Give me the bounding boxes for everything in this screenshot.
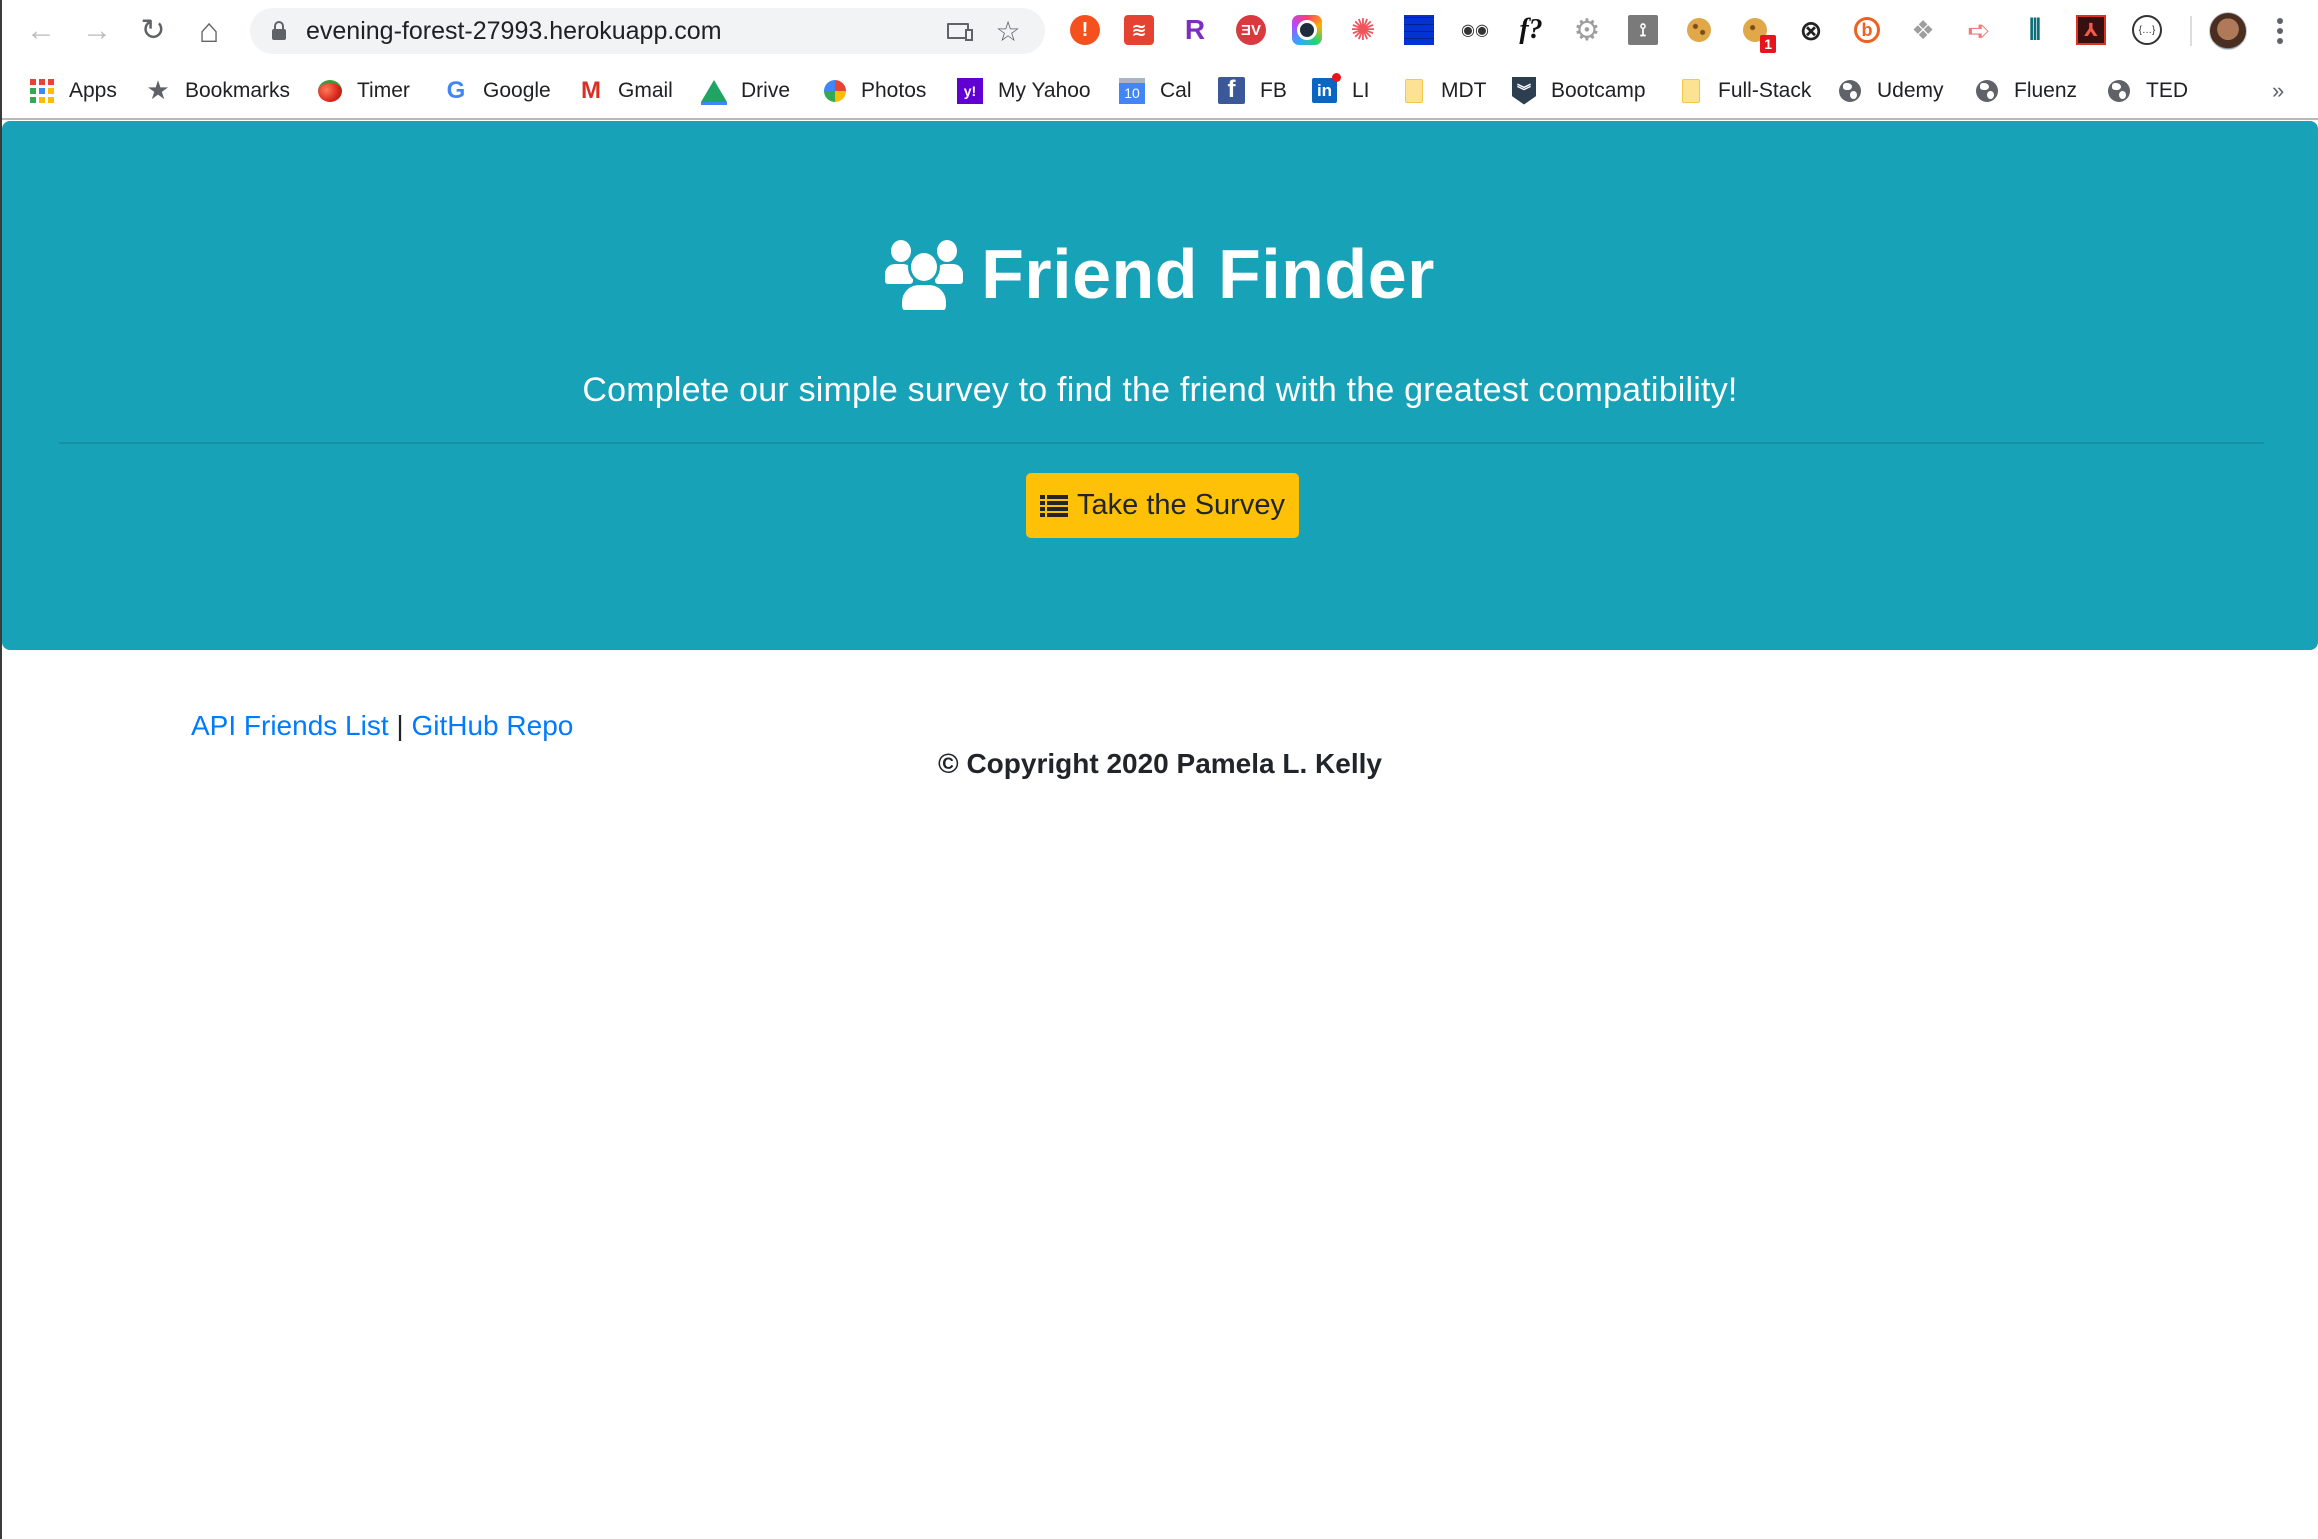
- arrow-right-icon: →: [82, 14, 112, 47]
- star-icon: ★: [146, 75, 170, 105]
- alert-extension-icon[interactable]: !: [1068, 13, 1102, 47]
- expressvpn-extension-icon[interactable]: ƎV: [1234, 13, 1268, 47]
- gmail-icon: M: [581, 76, 601, 104]
- json-formatter-extension-icon[interactable]: {…}: [2130, 13, 2164, 47]
- bookmark-li[interactable]: in LI: [1312, 62, 1370, 119]
- hero-jumbotron: Friend Finder Complete our simple survey…: [2, 121, 2318, 650]
- dropbox-extension-icon[interactable]: ❖: [1906, 13, 1940, 47]
- yahoo-icon: y!: [957, 77, 983, 104]
- folder-icon: [1402, 78, 1426, 103]
- tomato-icon: [318, 79, 342, 103]
- browser-toolbar: ← → ↻ ⌂ evening-forest-27993.herokuapp.c…: [2, 0, 2318, 62]
- reload-button[interactable]: ↻: [134, 12, 172, 50]
- folder-icon: [1679, 78, 1703, 103]
- bookmark-full-stack[interactable]: Full-Stack: [1679, 62, 1811, 119]
- bookmark-gmail[interactable]: M Gmail: [579, 62, 673, 119]
- notification-badge: 1: [1760, 35, 1776, 53]
- profile-avatar[interactable]: [2209, 12, 2247, 50]
- bookmark-star-icon[interactable]: ☆: [993, 16, 1023, 47]
- screen-recorder-extension-icon[interactable]: [1290, 13, 1324, 47]
- list-icon: [1040, 494, 1069, 517]
- bookmark-fb[interactable]: f FB: [1218, 62, 1287, 119]
- todoist-extension-icon[interactable]: ≋: [1122, 13, 1156, 47]
- calendar-icon: 10: [1119, 77, 1145, 104]
- github-repo-link[interactable]: GitHub Repo: [411, 710, 573, 741]
- apps-grid-icon: [30, 78, 54, 103]
- lock-icon: [272, 21, 286, 41]
- incognito-extension-icon[interactable]: ◉◉: [1458, 13, 1492, 47]
- api-friends-list-link[interactable]: API Friends List: [191, 710, 389, 741]
- bookmark-udemy[interactable]: Udemy: [1838, 62, 1944, 119]
- drive-icon: [701, 79, 727, 103]
- url-text[interactable]: evening-forest-27993.herokuapp.com: [306, 8, 722, 54]
- grid-extension-icon[interactable]: [1402, 13, 1436, 47]
- reload-icon: ↻: [140, 14, 166, 47]
- globe-icon: [1838, 79, 1862, 103]
- cookie-extension-icon[interactable]: [1682, 13, 1716, 47]
- address-bar[interactable]: evening-forest-27993.herokuapp.com ☆: [250, 8, 1045, 54]
- bookmark-mdt[interactable]: MDT: [1402, 62, 1487, 119]
- install-app-icon[interactable]: [943, 16, 973, 46]
- bookmark-bookmarks[interactable]: ★ Bookmarks: [146, 62, 290, 119]
- take-survey-button[interactable]: Take the Survey: [1026, 473, 1299, 538]
- cookie-editor-extension-icon[interactable]: 1: [1738, 13, 1776, 53]
- toolbar-divider: [2190, 16, 2192, 46]
- title-text: Friend Finder: [981, 235, 1435, 313]
- home-button[interactable]: ⌂: [190, 12, 228, 50]
- bookmark-timer[interactable]: Timer: [318, 62, 410, 119]
- bookmark-my-yahoo[interactable]: y! My Yahoo: [957, 62, 1091, 119]
- bookmark-ted[interactable]: TED: [2107, 62, 2188, 119]
- rakuten-extension-icon[interactable]: R: [1178, 13, 1212, 47]
- bookmark-google[interactable]: G Google: [444, 62, 551, 119]
- bookmarks-overflow-button[interactable]: »: [2272, 62, 2284, 119]
- globe-icon: [1975, 79, 1999, 103]
- copyright-text: © Copyright 2020 Pamela L. Kelly: [938, 748, 1382, 779]
- cast-arrow-extension-icon[interactable]: ➪: [1962, 13, 1996, 47]
- bookmark-cal[interactable]: 10 Cal: [1119, 62, 1192, 119]
- settings-extension-icon[interactable]: ⚙: [1570, 13, 1604, 47]
- arrow-left-icon: ←: [26, 14, 56, 47]
- acrobat-extension-icon[interactable]: ⅄: [2074, 13, 2108, 47]
- bookmark-apps[interactable]: Apps: [30, 62, 117, 119]
- home-icon: ⌂: [198, 12, 220, 50]
- photos-icon: [824, 79, 846, 102]
- survey-button-label: Take the Survey: [1077, 489, 1285, 521]
- whatfont-extension-icon[interactable]: f?: [1514, 13, 1548, 47]
- spiral-extension-icon[interactable]: ✺: [1346, 13, 1380, 47]
- chrome-divider: [2, 118, 2318, 120]
- subtitle: Complete our simple survey to find the f…: [582, 371, 1738, 409]
- globe-icon: [2107, 79, 2131, 103]
- footer-links: API Friends List | GitHub Repo: [191, 710, 573, 742]
- divider: [59, 442, 2264, 444]
- link-separator: |: [396, 710, 404, 741]
- chrome-menu-button[interactable]: [2270, 14, 2290, 48]
- linkedin-icon: in: [1312, 73, 1341, 103]
- bitly-extension-icon[interactable]: b: [1850, 13, 1884, 47]
- hubspot-extension-icon[interactable]: ⟟: [1626, 13, 1660, 47]
- users-icon: [885, 238, 964, 310]
- google-icon: G: [446, 76, 466, 104]
- zoom-search-extension-icon[interactable]: ⊗: [1794, 13, 1828, 47]
- dashlane-extension-icon[interactable]: ⫴: [2018, 13, 2052, 47]
- bookmark-drive[interactable]: Drive: [701, 62, 790, 119]
- forward-button[interactable]: →: [78, 12, 116, 50]
- bookmarks-bar: Apps ★ Bookmarks Timer G Google M Gmail …: [2, 62, 2318, 119]
- bookmark-bootcamp[interactable]: ︾ Bootcamp: [1512, 62, 1646, 119]
- page-title: Friend Finder: [2, 234, 2318, 314]
- bookmark-photos[interactable]: Photos: [824, 62, 926, 119]
- facebook-icon: f: [1218, 76, 1245, 104]
- shield-chevron-icon: ︾: [1512, 76, 1536, 105]
- bookmark-fluenz[interactable]: Fluenz: [1975, 62, 2077, 119]
- back-button[interactable]: ←: [22, 12, 60, 50]
